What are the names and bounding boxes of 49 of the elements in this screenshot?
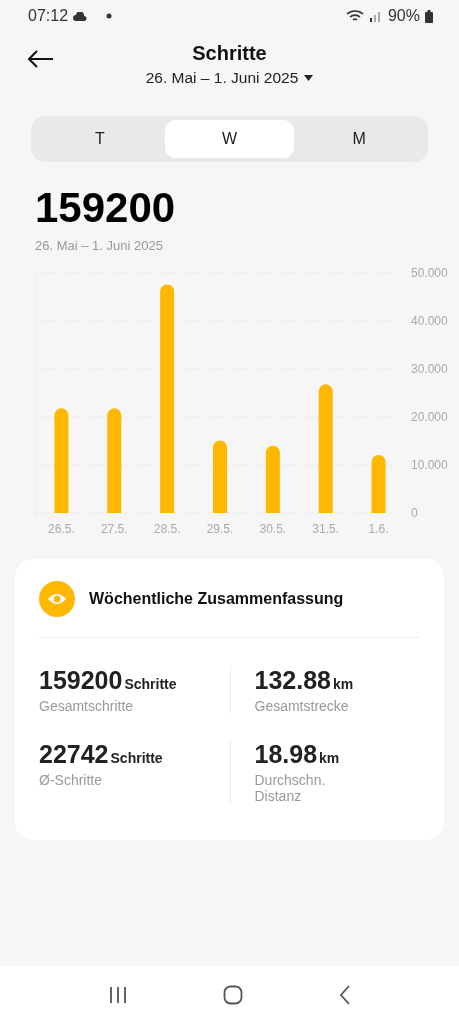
stat-unit: Schritte	[110, 750, 163, 766]
stat-label: Gesamtstrecke	[254, 698, 350, 714]
period-tab[interactable]: W	[164, 120, 295, 158]
stat-label: Gesamtschritte	[39, 698, 135, 714]
total-steps: 159200	[35, 184, 459, 232]
x-axis-label: 28.5.	[153, 522, 181, 536]
stat-value: 132.88	[254, 666, 331, 695]
status-time: 07:12	[28, 7, 69, 25]
stat-unit: km	[319, 750, 340, 766]
page-title: Schritte	[192, 42, 267, 65]
stat-unit: Schritte	[124, 676, 177, 692]
cloud-icon	[73, 11, 88, 21]
stat-unit: km	[332, 676, 354, 692]
eye-icon	[39, 581, 75, 617]
caret-icon	[304, 75, 314, 81]
back-button[interactable]	[26, 48, 56, 70]
x-axis-label: 30.5.	[259, 522, 287, 536]
wifi-icon	[345, 9, 364, 23]
arrow-left-icon	[28, 50, 54, 68]
x-axis-label: 1.6.	[368, 522, 389, 536]
dot-icon	[106, 13, 113, 19]
stat-value: 159200	[39, 666, 123, 695]
summary-title: Wöchentliche Zusammenfassung	[89, 590, 344, 608]
recent-apps-icon	[107, 986, 128, 1004]
home-icon	[223, 985, 244, 1005]
y-axis-label: 20.000	[411, 410, 448, 424]
x-axis-label: 27.5.	[100, 522, 128, 536]
battery-icon	[425, 9, 433, 23]
y-axis-label: 50.000	[411, 266, 448, 280]
y-axis-label: 10.000	[411, 458, 448, 472]
stat-label: Durchschn. Distanz	[254, 772, 327, 804]
battery-percent: 90%	[387, 7, 420, 25]
period-tab[interactable]: T	[35, 120, 165, 158]
signal-icon	[368, 10, 383, 22]
x-axis-label: 31.5.	[312, 522, 340, 536]
period-tab[interactable]: M	[294, 120, 424, 158]
y-axis-label: 40.000	[411, 314, 448, 328]
stat-value: 22742	[39, 740, 109, 769]
total-date-range: 26. Mai – 1. Juni 2025	[35, 238, 164, 253]
back-icon	[339, 985, 352, 1005]
stat-label: Ø-Schritte	[39, 772, 103, 788]
date-range-dropdown[interactable]: 26. Mai – 1. Juni 2025	[145, 69, 314, 87]
x-axis-label: 26.5.	[48, 522, 75, 536]
y-axis-label: 30.000	[411, 362, 448, 376]
x-axis-label: 29.5.	[206, 522, 234, 536]
bar	[371, 454, 386, 513]
stat-value: 18.98	[254, 740, 318, 769]
bar	[265, 445, 280, 513]
y-axis-label: 0	[411, 506, 418, 520]
